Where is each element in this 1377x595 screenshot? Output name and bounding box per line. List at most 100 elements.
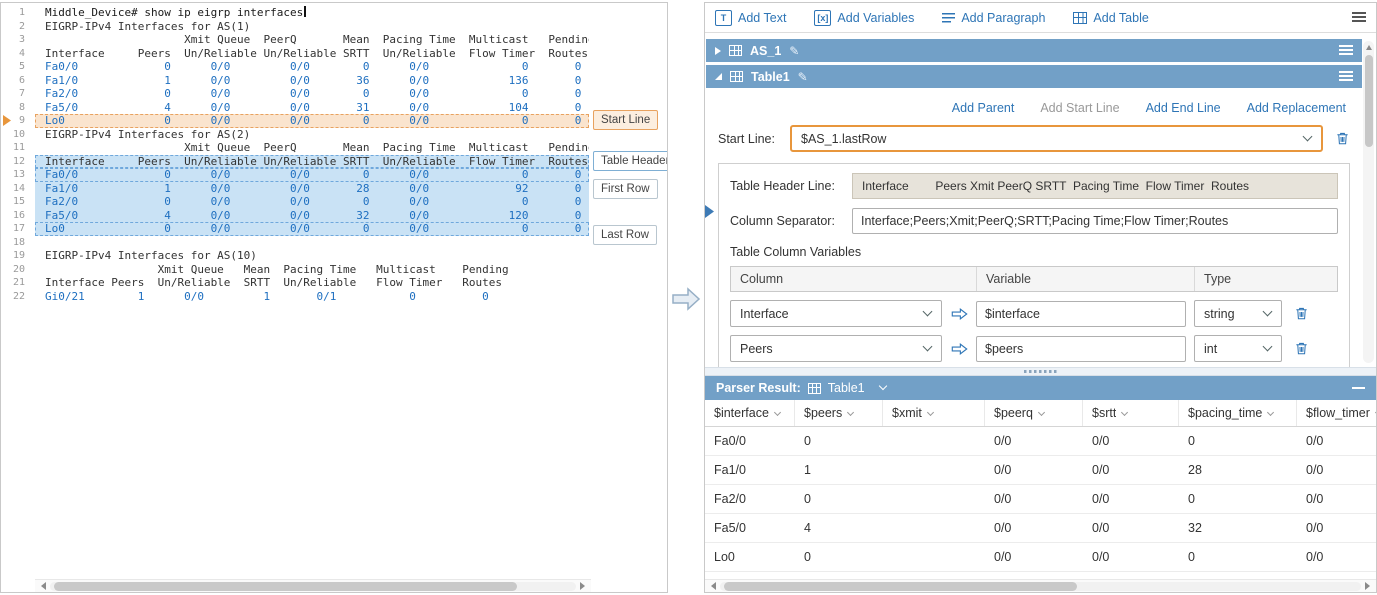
editor-line[interactable]: 6Fa1/0 1 0/0 0/0 36 0/0 136 0 xyxy=(1,74,667,88)
type-select[interactable]: int xyxy=(1194,335,1282,362)
section-title: AS_1 xyxy=(750,44,781,58)
cli-output-editor[interactable]: 1Middle_Device# show ip eigrp interfaces… xyxy=(1,3,667,579)
add-paragraph-button[interactable]: Add Paragraph xyxy=(942,11,1045,25)
variables-rows: Interface string Peers int xyxy=(730,300,1338,362)
editor-line[interactable]: 9Lo0 0 0/0 0/0 0 0/0 0 0 xyxy=(1,114,667,128)
scroll-left-icon[interactable] xyxy=(711,582,716,590)
scrollbar-thumb[interactable] xyxy=(724,582,1077,591)
variable-header-label: Variable xyxy=(977,267,1195,291)
minimize-button[interactable] xyxy=(1352,387,1365,389)
splitter-grip-icon[interactable] xyxy=(1024,370,1058,373)
edit-icon[interactable]: ✎ xyxy=(798,70,808,84)
type-select[interactable]: string xyxy=(1194,300,1282,327)
line-number: 13 xyxy=(1,168,35,182)
editor-line[interactable]: 21Interface Peers Un/Reliable SRTT Un/Re… xyxy=(1,276,667,290)
scrollbar-thumb[interactable] xyxy=(54,582,517,591)
result-column-header[interactable]: $interface xyxy=(705,400,795,426)
editor-line[interactable]: 4Interface Peers Un/Reliable Un/Reliable… xyxy=(1,47,667,61)
editor-line[interactable]: 10EIGRP-IPv4 Interfaces for AS(2) xyxy=(1,128,667,142)
result-column-header[interactable]: $pacing_time xyxy=(1179,400,1297,426)
add-end-line-link[interactable]: Add End Line xyxy=(1146,101,1221,115)
parser-result-label: Parser Result: xyxy=(716,381,801,395)
editor-line-text: Xmit Queue PeerQ Mean Pacing Time Multic… xyxy=(35,33,589,47)
add-replacement-link[interactable]: Add Replacement xyxy=(1247,101,1346,115)
chevron-down-icon xyxy=(1263,342,1273,352)
variable-input[interactable] xyxy=(976,301,1186,327)
editor-line[interactable]: 15Fa2/0 0 0/0 0/0 0 0/0 0 0 xyxy=(1,195,667,209)
add-start-line-link[interactable]: Add Start Line xyxy=(1040,101,1119,115)
result-column-header[interactable]: $xmit xyxy=(883,400,985,426)
result-column-header[interactable]: $srtt xyxy=(1083,400,1179,426)
delete-variable-button[interactable] xyxy=(1294,341,1309,356)
editor-line-text: Lo0 0 0/0 0/0 0 0/0 0 0 xyxy=(35,222,589,236)
result-column-name: $peers xyxy=(804,406,842,420)
scroll-right-icon[interactable] xyxy=(1365,582,1370,590)
as1-section-header[interactable]: AS_1 ✎ xyxy=(706,39,1362,62)
editor-line[interactable]: 8Fa5/0 4 0/0 0/0 31 0/0 104 0 xyxy=(1,101,667,115)
table-header-label[interactable]: Table Header xyxy=(593,151,667,171)
add-parent-link[interactable]: Add Parent xyxy=(952,101,1015,115)
editor-line[interactable]: 17Lo0 0 0/0 0/0 0 0/0 0 0 xyxy=(1,222,667,236)
start-line-label[interactable]: Start Line xyxy=(593,110,658,130)
editor-line-text: Fa1/0 1 0/0 0/0 28 0/0 92 0 xyxy=(35,182,589,196)
result-column-header[interactable]: $peers xyxy=(795,400,883,426)
add-text-button[interactable]: TAdd Text xyxy=(715,10,786,26)
scrollbar-thumb[interactable] xyxy=(1365,55,1373,147)
chevron-down-icon xyxy=(923,342,933,352)
table1-section-header[interactable]: Table1 ✎ xyxy=(706,65,1362,88)
editor-horizontal-scrollbar[interactable] xyxy=(35,579,591,592)
editor-line[interactable]: 22Gi0/21 1 0/0 1 0/1 0 0 xyxy=(1,290,667,304)
toolbar-menu-icon[interactable] xyxy=(1352,12,1366,23)
add-table-button[interactable]: Add Table xyxy=(1073,11,1148,25)
editor-line[interactable]: 1Middle_Device# show ip eigrp interfaces xyxy=(1,6,667,20)
editor-line[interactable]: 19EIGRP-IPv4 Interfaces for AS(10) xyxy=(1,249,667,263)
editor-line[interactable]: 7Fa2/0 0 0/0 0/0 0 0/0 0 0 xyxy=(1,87,667,101)
delete-start-line-button[interactable] xyxy=(1335,131,1350,146)
editor-line[interactable]: 11 Xmit Queue PeerQ Mean Pacing Time Mul… xyxy=(1,141,667,155)
start-line-value: $AS_1.lastRow xyxy=(801,132,1296,146)
scroll-up-icon[interactable] xyxy=(1366,45,1372,50)
editor-line[interactable]: 3 Xmit Queue PeerQ Mean Pacing Time Mult… xyxy=(1,33,667,47)
editor-line-text: EIGRP-IPv4 Interfaces for AS(2) xyxy=(35,128,589,142)
result-column-header[interactable]: $flow_timer xyxy=(1297,400,1376,426)
editor-line[interactable]: 18 xyxy=(1,236,667,250)
section-menu-icon[interactable] xyxy=(1339,71,1353,82)
config-vertical-scrollbar[interactable] xyxy=(1363,41,1374,363)
delete-variable-button[interactable] xyxy=(1294,306,1309,321)
start-line-select[interactable]: $AS_1.lastRow xyxy=(790,125,1323,152)
column-select[interactable]: Interface xyxy=(730,300,942,327)
start-line-label: Start Line: xyxy=(718,132,790,146)
editor-line[interactable]: 13Fa0/0 0 0/0 0/0 0 0/0 0 0 xyxy=(1,168,667,182)
result-cell: 0/0 xyxy=(1297,485,1376,513)
result-column-name: $pacing_time xyxy=(1188,406,1262,420)
column-select[interactable]: Peers xyxy=(730,335,942,362)
editor-line-text xyxy=(35,236,589,250)
chevron-down-icon[interactable] xyxy=(878,382,886,390)
scrollbar-track[interactable] xyxy=(720,582,1361,591)
line-number: 3 xyxy=(1,33,35,47)
add-variables-button[interactable]: [x]Add Variables xyxy=(814,10,914,26)
expand-icon[interactable] xyxy=(715,47,721,55)
editor-line[interactable]: 14Fa1/0 1 0/0 0/0 28 0/0 92 0 xyxy=(1,182,667,196)
scrollbar-track[interactable] xyxy=(50,582,576,591)
result-horizontal-scrollbar[interactable] xyxy=(705,579,1376,592)
scroll-left-icon[interactable] xyxy=(41,582,46,590)
section-menu-icon[interactable] xyxy=(1339,45,1353,56)
result-column-header[interactable]: $peerq xyxy=(985,400,1083,426)
result-cell: 0/0 xyxy=(1083,543,1179,571)
editor-line[interactable]: 2EIGRP-IPv4 Interfaces for AS(1) xyxy=(1,20,667,34)
edit-icon[interactable]: ✎ xyxy=(789,44,799,58)
column-separator-input[interactable] xyxy=(852,208,1338,234)
variable-input[interactable] xyxy=(976,336,1186,362)
table-header-line-field: Interface Peers Xmit PeerQ SRTT Pacing T… xyxy=(852,173,1338,199)
editor-line[interactable]: 20 Xmit Queue Mean Pacing Time Multicast… xyxy=(1,263,667,277)
last-row-label[interactable]: Last Row xyxy=(593,225,657,245)
editor-line[interactable]: 12Interface Peers Un/Reliable Un/Reliabl… xyxy=(1,155,667,169)
scroll-right-icon[interactable] xyxy=(580,582,585,590)
collapse-icon[interactable] xyxy=(715,73,722,80)
first-row-label[interactable]: First Row xyxy=(593,179,658,199)
editor-line[interactable]: 16Fa5/0 4 0/0 0/0 32 0/0 120 0 xyxy=(1,209,667,223)
line-number: 18 xyxy=(1,236,35,250)
panel-splitter[interactable] xyxy=(705,367,1376,376)
editor-line[interactable]: 5Fa0/0 0 0/0 0/0 0 0/0 0 0 xyxy=(1,60,667,74)
